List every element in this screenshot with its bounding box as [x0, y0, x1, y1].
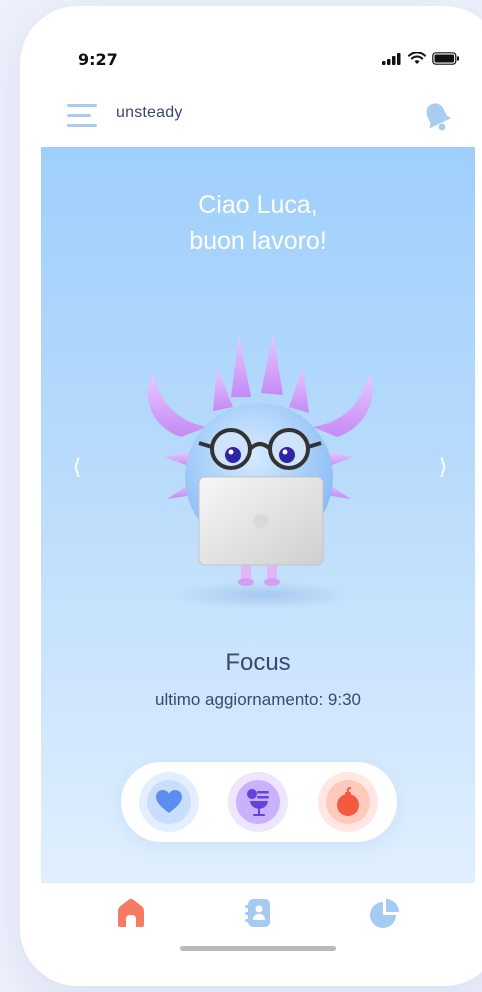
menu-icon[interactable]	[67, 104, 99, 128]
greeting: Ciao Luca, buon lavoro!	[41, 187, 475, 259]
glass-icon	[247, 789, 269, 816]
wifi-icon	[408, 52, 426, 64]
mood-love-button[interactable]	[139, 772, 199, 832]
app-header: unsteady	[20, 92, 482, 140]
battery-icon	[432, 52, 459, 65]
heart-icon	[156, 790, 182, 813]
prev-mascot-button[interactable]: ⟨	[65, 455, 89, 480]
mood-focus-button[interactable]	[228, 772, 288, 832]
status-icons	[382, 52, 460, 65]
status-time: 9:27	[78, 50, 118, 69]
home-icon[interactable]	[115, 897, 147, 929]
greeting-line-1: Ciao Luca,	[198, 191, 318, 219]
home-indicator	[180, 946, 336, 951]
mood-title: Focus	[225, 649, 291, 676]
app-name: unsteady	[116, 104, 183, 121]
bell-icon[interactable]	[422, 100, 452, 132]
mood-stress-button[interactable]	[318, 772, 378, 832]
bomb-icon	[337, 787, 359, 816]
phone-frame: 9:27 unsteady Ciao Luca, buon lavoro! ⟨ …	[20, 6, 482, 986]
mascot-illustration	[148, 333, 373, 609]
next-mascot-button[interactable]: ⟩	[431, 455, 455, 480]
mood-updated: ultimo aggiornamento: 9:30	[154, 690, 362, 709]
mood-selector	[121, 762, 397, 842]
hero-panel: Ciao Luca, buon lavoro! ⟨ ⟩ Focus ultimo…	[41, 147, 475, 883]
greeting-line-2: buon lavoro!	[189, 227, 327, 255]
status-bar: 9:27	[20, 6, 482, 86]
tab-bar	[20, 883, 482, 986]
diary-icon[interactable]	[242, 897, 274, 929]
chart-pie-icon[interactable]	[369, 897, 401, 929]
signal-icon	[382, 52, 401, 65]
